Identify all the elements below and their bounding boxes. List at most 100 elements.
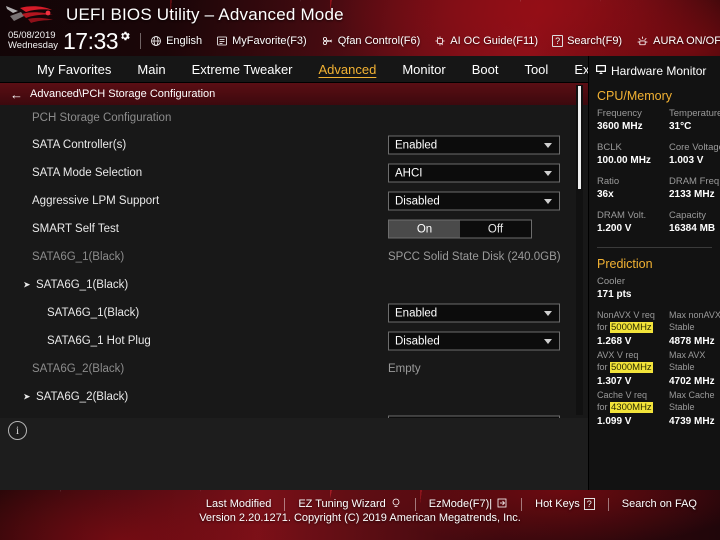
row-label: SATA6G_2(Black) (36, 391, 129, 403)
sata-mode-selection-dropdown[interactable]: AHCI (388, 163, 560, 183)
language-label: English (166, 35, 203, 47)
search-label: Search(F9) (567, 35, 623, 47)
row-sata-mode-selection[interactable]: SATA Mode Selection AHCI (0, 159, 572, 187)
cpu-memory-grid: Frequency Temperature 3600 MHz 31°C BCLK… (589, 107, 720, 243)
dropdown-value: Disabled (395, 335, 440, 347)
row-sata6g1-hot-plug[interactable]: SATA6G_1 Hot Plug Disabled (0, 327, 572, 355)
ez-tuning-wizard-label: EZ Tuning Wizard (298, 498, 386, 510)
hot-keys-label: Hot Keys (535, 498, 580, 510)
metric-label: Frequency (597, 108, 642, 119)
submenu-arrow-icon: ➤ (23, 391, 31, 402)
device-name-value: SPCC Solid State Disk (240.0GB) (388, 251, 561, 263)
back-arrow-icon[interactable]: ← (10, 88, 23, 101)
version-text: Version 2.20.1271. Copyright (C) 2019 Am… (199, 512, 521, 524)
cooler-block: Cooler 171 pts (589, 275, 720, 302)
metric-label: BCLK (597, 142, 622, 153)
prediction-right-line2: Stable (669, 322, 695, 332)
section-title: PCH Storage Configuration (32, 112, 172, 124)
language-button[interactable]: English (150, 35, 202, 47)
aura-label: AURA ON/OFF(F4) (653, 35, 720, 47)
search-button[interactable]: ? Search(F9) (552, 35, 622, 47)
dropdown-value: Disabled (395, 195, 440, 207)
row-sata-controllers[interactable]: SATA Controller(s) Enabled (0, 131, 572, 159)
tab-boot[interactable]: Boot (459, 62, 512, 77)
tab-my-favorites[interactable]: My Favorites (24, 62, 124, 77)
sata6g1-hot-plug-dropdown[interactable]: Disabled (388, 331, 560, 351)
aggressive-lpm-dropdown[interactable]: Disabled (388, 191, 560, 211)
tab-extreme-tweaker[interactable]: Extreme Tweaker (179, 62, 306, 77)
aura-icon (636, 35, 649, 48)
row-sata6g2-enable[interactable]: SATA6G_2(Black) Enabled (0, 411, 572, 418)
sata6g1-enable-dropdown[interactable]: Enabled (388, 303, 560, 323)
prediction-right-value: 4739 MHz (669, 416, 715, 427)
tab-monitor[interactable]: Monitor (389, 62, 458, 77)
metric-value: 36x (597, 189, 614, 200)
ai-oc-guide-label: AI OC Guide(F11) (450, 35, 539, 47)
toggle-option-on[interactable]: On (389, 220, 460, 238)
fan-icon (321, 35, 334, 47)
footer-actions: Last Modified EZ Tuning Wizard EzMode(F7… (0, 494, 720, 514)
last-modified-button[interactable]: Last Modified (193, 498, 284, 510)
ai-oc-guide-button[interactable]: AI OC Guide(F11) (434, 35, 538, 47)
metric-value: 2133 MHz (669, 189, 715, 200)
metric-label: Ratio (597, 176, 620, 187)
submenu-arrow-icon: ➤ (23, 279, 31, 290)
chevron-down-icon (544, 142, 552, 148)
hardware-monitor-sidebar: Hardware Monitor CPU/Memory Frequency Te… (588, 56, 720, 490)
myfavorite-label: MyFavorite(F3) (232, 35, 307, 47)
prediction-left-value: 1.099 V (597, 416, 632, 427)
sidebar-title: Hardware Monitor (611, 64, 707, 78)
metric-value: 16384 MB (669, 223, 716, 234)
sata-controllers-dropdown[interactable]: Enabled (388, 135, 560, 155)
search-on-faq-button[interactable]: Search on FAQ (609, 498, 710, 510)
myfavorite-button[interactable]: MyFavorite(F3) (216, 35, 307, 47)
smart-self-test-toggle[interactable]: On Off (388, 219, 532, 239)
prediction-right-value: 4702 MHz (669, 376, 715, 387)
metric-label: Core Voltage (669, 142, 720, 153)
prediction-freq-highlight: 4300MHz (610, 402, 653, 413)
prediction-for-text: for (597, 322, 611, 332)
prediction-grid: NonAVX V req Max nonAVX for 5000MHz Stab… (589, 309, 720, 429)
prediction-left-line1: AVX V req (597, 350, 639, 360)
globe-icon (150, 35, 162, 47)
row-label: Aggressive LPM Support (32, 195, 160, 207)
tab-advanced[interactable]: Advanced (306, 62, 390, 77)
row-smart-self-test[interactable]: SMART Self Test On Off (0, 215, 572, 243)
prediction-for-text: for (597, 402, 611, 412)
chevron-down-icon (544, 170, 552, 176)
hot-keys-button[interactable]: Hot Keys ? (522, 498, 608, 510)
question-box-icon: ? (552, 35, 564, 47)
prediction-freq-highlight: 5000MHz (610, 322, 653, 333)
prediction-right-line2: Stable (669, 402, 695, 412)
help-strip (0, 418, 588, 490)
gear-icon[interactable] (119, 29, 131, 47)
top-header: UEFI BIOS Utility – Advanced Mode 05/08/… (0, 0, 720, 56)
prediction-right-line2: Stable (669, 362, 695, 372)
toggle-option-off[interactable]: Off (460, 221, 531, 238)
metric-value: 3600 MHz (597, 121, 643, 132)
chevron-down-icon (544, 310, 552, 316)
qfan-control-button[interactable]: Qfan Control(F6) (321, 35, 421, 47)
settings-scrollbar-thumb[interactable] (578, 86, 581, 189)
metric-value: 31°C (669, 121, 692, 132)
tab-main[interactable]: Main (124, 62, 178, 77)
sidebar-title-row: Hardware Monitor (589, 62, 720, 80)
ez-tuning-wizard-button[interactable]: EZ Tuning Wizard (285, 497, 414, 512)
ezmode-label: EzMode(F7)| (428, 498, 493, 510)
exit-arrow-icon (496, 497, 508, 512)
row-sata6g2-info: SATA6G_2(Black) Empty (0, 355, 572, 383)
dropdown-value: AHCI (395, 167, 423, 179)
row-sata6g1-enable[interactable]: SATA6G_1(Black) Enabled (0, 299, 572, 327)
dropdown-value: Enabled (395, 139, 438, 151)
tab-tool[interactable]: Tool (511, 62, 561, 77)
prediction-left-line1: Cache V req (597, 390, 648, 400)
aura-toggle-button[interactable]: AURA ON/OFF(F4) (636, 35, 720, 48)
row-label: SMART Self Test (32, 223, 119, 235)
info-icon[interactable]: i (8, 421, 27, 440)
row-sata6g2-submenu[interactable]: ➤ SATA6G_2(Black) (0, 383, 572, 411)
header-divider (140, 33, 142, 49)
qfan-control-label: Qfan Control(F6) (337, 35, 421, 47)
ezmode-button[interactable]: EzMode(F7)| (416, 497, 521, 512)
row-aggressive-lpm-support[interactable]: Aggressive LPM Support Disabled (0, 187, 572, 215)
row-sata6g1-submenu[interactable]: ➤ SATA6G_1(Black) (0, 271, 572, 299)
